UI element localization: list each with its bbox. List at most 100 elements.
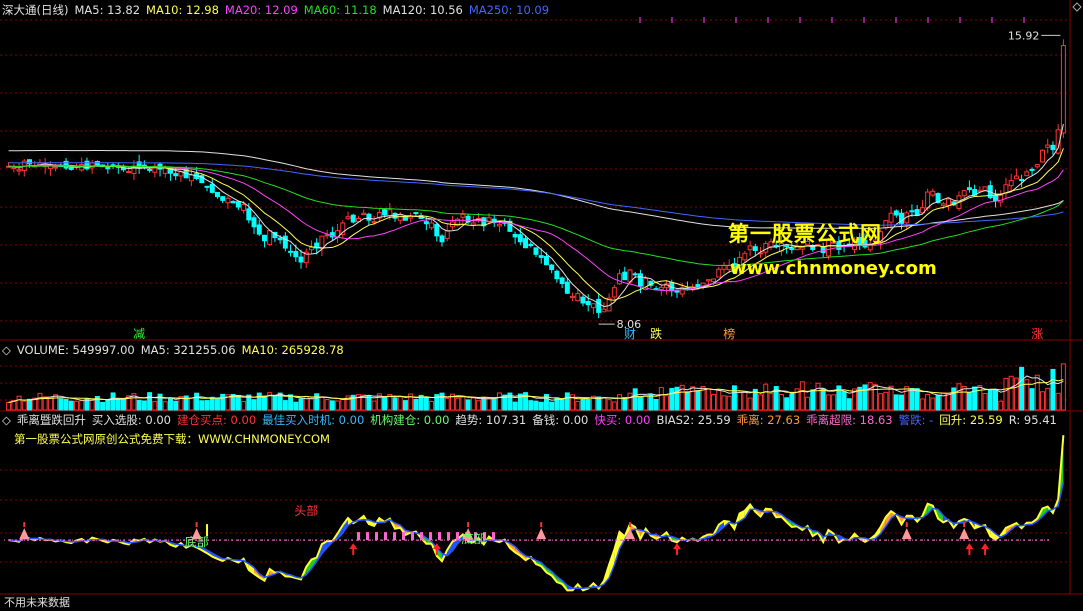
pink-bar: [411, 532, 414, 541]
zero-dot: [153, 539, 155, 542]
volume-collapse-icon[interactable]: ◇: [2, 343, 11, 357]
zero-dot: [417, 539, 419, 542]
candle: [241, 204, 247, 211]
volume-bar: [382, 396, 388, 411]
candle: [204, 185, 210, 188]
candle: [711, 278, 717, 283]
candle: [622, 271, 628, 281]
zero-dot: [579, 539, 581, 542]
volume-bars: [6, 363, 1066, 411]
volume-bar: [194, 392, 200, 411]
event-mark-1: 财: [624, 327, 636, 341]
zero-dot: [735, 539, 737, 542]
zero-dot: [285, 539, 287, 542]
indicator-label-0: 乖离暨跌回升: [16, 413, 86, 427]
zero-dot: [867, 539, 869, 542]
indicator-collapse-icon[interactable]: ◇: [2, 413, 11, 427]
zero-dot: [975, 539, 977, 542]
zero-dot: [639, 539, 641, 542]
zero-dot: [297, 539, 299, 542]
zero-dot: [843, 539, 845, 542]
zero-dot: [345, 539, 347, 542]
volume-bar: [319, 396, 325, 411]
candle: [496, 223, 502, 227]
volume-bar: [1055, 392, 1061, 411]
zero-dot: [837, 539, 839, 542]
candle: [382, 209, 388, 216]
candle: [559, 277, 565, 285]
zero-dot: [381, 539, 383, 542]
zero-dot: [495, 539, 497, 542]
volume-bar: [324, 399, 330, 411]
volume-bar: [314, 393, 320, 411]
candle: [423, 221, 429, 225]
zero-dot: [915, 539, 917, 542]
zero-dot: [93, 539, 95, 542]
volume-bar: [585, 399, 591, 411]
volume-bar: [220, 393, 226, 411]
zero-dot: [675, 539, 677, 542]
volume-bar: [1045, 387, 1051, 411]
candle: [883, 220, 889, 229]
pink-bar: [357, 532, 360, 541]
zero-dot: [501, 539, 503, 542]
zero-dot: [39, 539, 41, 542]
volume-bar: [731, 385, 737, 411]
volume-bar: [622, 396, 628, 411]
candle: [596, 298, 602, 313]
volume-bar: [711, 393, 717, 411]
zero-dot: [267, 539, 269, 542]
zero-dot: [765, 539, 767, 542]
stock-title[interactable]: 深大通(日线): [2, 3, 68, 17]
indicator-label-12: 回升: 25.59: [939, 413, 1003, 427]
bottom-annotation-1: 底部: [185, 534, 209, 549]
volume-bar: [272, 395, 278, 411]
volume-bar: [1013, 377, 1019, 411]
volume-bar: [298, 398, 304, 411]
candle: [528, 243, 534, 247]
volume-bar: [209, 396, 215, 411]
candle: [209, 183, 215, 193]
volume-bar: [559, 399, 565, 411]
volume-bar: [899, 394, 905, 411]
zero-dot: [825, 539, 827, 542]
candle: [789, 248, 795, 251]
zero-dot: [339, 539, 341, 542]
zero-dot: [543, 539, 545, 542]
volume-bar: [533, 400, 539, 411]
zero-dot: [1005, 539, 1007, 542]
volume-bar: [925, 393, 931, 411]
diamond-icon: [1072, 2, 1082, 12]
volume-bar: [658, 387, 664, 411]
zero-dot: [777, 539, 779, 542]
volume-bar: [951, 387, 957, 411]
zero-dot: [633, 539, 635, 542]
zero-dot: [33, 539, 35, 542]
candle: [554, 270, 560, 280]
zero-dot: [423, 539, 425, 542]
volume-bar: [643, 394, 649, 411]
zero-dot: [747, 539, 749, 542]
volume-bar: [512, 401, 518, 411]
zero-dot: [63, 539, 65, 542]
volume-bar: [371, 400, 377, 411]
zero-dot: [957, 539, 959, 542]
volume-bar: [549, 401, 555, 411]
zero-dot: [567, 539, 569, 542]
volume-bar: [919, 398, 925, 411]
volume-bar: [188, 397, 194, 411]
candle: [637, 273, 643, 287]
volume-bar: [282, 400, 288, 411]
indicator-label-3: 最佳买入时机: 0.00: [262, 413, 365, 427]
zero-dot: [999, 539, 1001, 542]
volume-bar: [397, 396, 403, 411]
volume-bar: [1060, 363, 1066, 411]
candle: [1013, 175, 1019, 180]
zero-dot: [723, 539, 725, 542]
candle: [888, 212, 894, 223]
zero-dot: [303, 539, 305, 542]
candle: [940, 203, 946, 206]
volume-bar: [47, 396, 53, 411]
volume-bar: [820, 388, 826, 411]
zero-dot: [987, 539, 989, 542]
